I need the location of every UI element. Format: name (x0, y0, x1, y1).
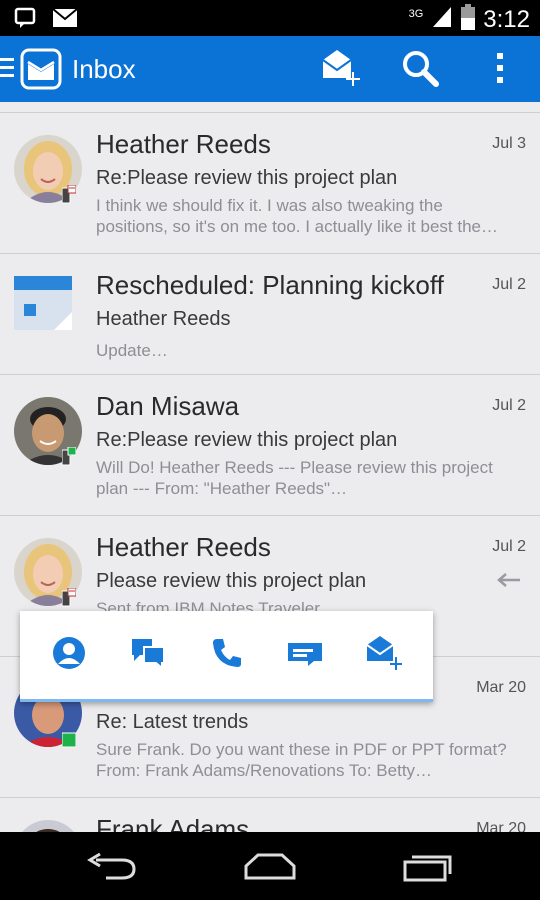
call-button[interactable] (207, 635, 247, 675)
chat-icon (130, 637, 166, 674)
message-date: Mar 20 (476, 820, 526, 832)
message-preview: Sure Frank. Do you want these in PDF or … (96, 740, 507, 780)
compose-button[interactable] (318, 48, 362, 92)
new-mail-icon (319, 48, 361, 93)
signal-icon (431, 5, 453, 34)
back-icon (86, 852, 138, 884)
message-icon (286, 639, 324, 672)
online-status-icon (61, 729, 77, 749)
chat-button[interactable] (128, 635, 168, 675)
mobile-calendar-status-icon (61, 587, 77, 608)
recents-button[interactable] (402, 852, 454, 887)
network-type: 3G (408, 7, 424, 20)
calendar-icon (14, 276, 74, 337)
message-preview: Update… (96, 341, 168, 360)
search-button[interactable] (398, 48, 442, 92)
status-bar: 3G 3:12 (0, 0, 540, 36)
recent-apps-icon (402, 855, 454, 886)
message-list[interactable]: Heather Reeds Re:Please review this proj… (0, 102, 540, 832)
phone-icon (211, 637, 243, 674)
back-button[interactable] (86, 852, 138, 885)
view-contact-button[interactable] (49, 635, 89, 675)
message-row[interactable]: Heather Reeds Re:Please review this proj… (0, 113, 540, 254)
message-subject: Please review this project plan (96, 570, 367, 592)
quick-contact-popup (20, 611, 433, 702)
message-row[interactable]: Rescheduled: Planning kickoff Heather Re… (0, 254, 540, 375)
message-sender: Rescheduled: Planning kickoff (96, 270, 444, 300)
replied-arrow-icon (496, 572, 522, 593)
mobile-calendar-status-icon (61, 184, 77, 205)
message-sender: Frank Adams (96, 814, 250, 832)
message-row[interactable]: Dan Misawa Re:Please review this project… (0, 375, 540, 516)
message-date: Jul 2 (492, 538, 526, 555)
chat-notification-icon (14, 7, 38, 34)
mail-notification-icon (52, 8, 78, 33)
new-mail-icon (364, 633, 404, 678)
message-sender: Heather Reeds (96, 532, 271, 562)
drawer-menu-icon[interactable] (0, 58, 16, 82)
message-date: Jul 2 (492, 276, 526, 293)
message-subject: Re:Please review this project plan (96, 167, 398, 189)
home-icon (242, 853, 298, 884)
page-title: Inbox (72, 54, 136, 84)
message-row[interactable]: Frank Adams Mar 20 (0, 798, 540, 832)
navigation-bar (0, 832, 540, 900)
message-preview: I think we should fix it. I was also twe… (96, 196, 498, 236)
list-top-divider (0, 102, 540, 113)
message-subject: Re: Latest trends (96, 711, 249, 733)
message-subject: Re:Please review this project plan (96, 429, 398, 451)
message-date: Mar 20 (476, 679, 526, 696)
message-date: Jul 3 (492, 135, 526, 152)
sms-button[interactable] (285, 635, 325, 675)
overflow-menu-button[interactable] (478, 48, 522, 92)
message-sender: Heather Reeds (96, 129, 271, 159)
message-sender: Dan Misawa (96, 391, 240, 421)
message-preview: Will Do! Heather Reeds --- Please review… (96, 458, 493, 498)
home-button[interactable] (242, 852, 298, 885)
more-vert-icon (495, 52, 505, 89)
message-date: Jul 2 (492, 397, 526, 414)
search-icon (401, 49, 439, 92)
clock: 3:12 (483, 5, 530, 33)
app-bar: Inbox (0, 36, 540, 102)
battery-icon (461, 4, 476, 35)
app-logo-icon[interactable] (20, 48, 62, 95)
avatar (14, 820, 82, 832)
email-contact-button[interactable] (364, 635, 404, 675)
mobile-online-status-icon (61, 446, 77, 467)
message-subject: Heather Reeds (96, 308, 231, 330)
person-icon (52, 636, 86, 675)
